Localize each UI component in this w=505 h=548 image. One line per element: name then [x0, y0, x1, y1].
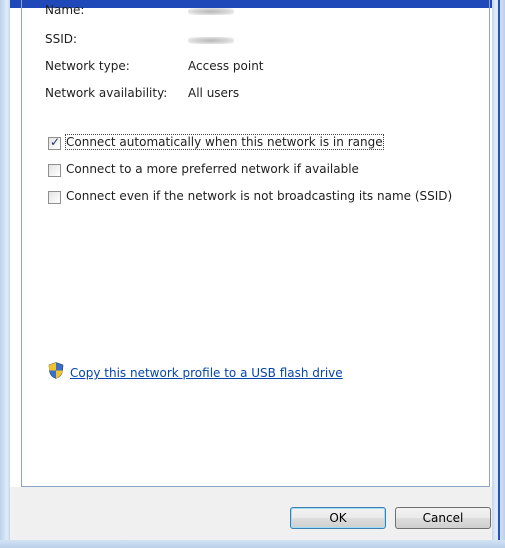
ssid-value-redacted — [188, 37, 234, 44]
name-value-redacted — [188, 8, 234, 15]
checkmark-icon: ✓ — [50, 135, 61, 149]
window-frame-left — [0, 0, 10, 548]
tab-panel-border-left — [21, 0, 22, 486]
connect-automatically-label[interactable]: Connect automatically when this network … — [65, 134, 384, 150]
window-frame-bottom — [0, 540, 505, 548]
connect-automatically-checkbox[interactable]: ✓ — [48, 135, 61, 150]
network-type-value: Access point — [188, 59, 264, 73]
network-availability-label: Network availability: — [45, 86, 168, 100]
network-availability-value: All users — [188, 86, 240, 100]
connect-hidden-ssid-checkbox[interactable] — [48, 191, 61, 204]
connect-preferred-network-label[interactable]: Connect to a more preferred network if a… — [66, 162, 359, 176]
dialog-client-area — [10, 0, 492, 540]
tab-panel-border-right — [489, 0, 490, 486]
name-label: Name: — [45, 3, 85, 17]
network-type-label: Network type: — [45, 59, 130, 73]
cancel-button[interactable]: Cancel — [395, 507, 491, 529]
connect-preferred-network-checkbox[interactable] — [48, 164, 61, 177]
window-frame-accent — [498, 0, 500, 548]
ssid-label: SSID: — [45, 32, 78, 46]
connect-hidden-ssid-label[interactable]: Connect even if the network is not broad… — [66, 189, 452, 203]
uac-shield-icon — [48, 362, 64, 379]
ok-button[interactable]: OK — [290, 507, 386, 529]
copy-profile-usb-link[interactable]: Copy this network profile to a USB flash… — [70, 366, 343, 380]
